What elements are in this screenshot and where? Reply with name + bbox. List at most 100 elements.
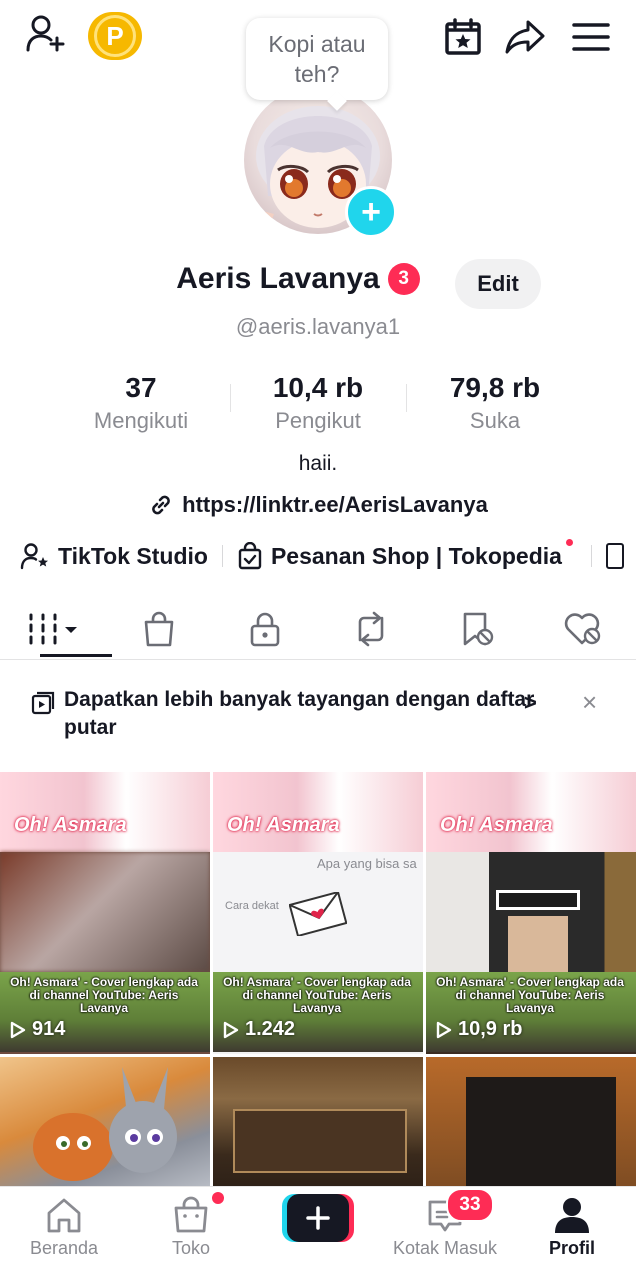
profile-tabs [0, 600, 636, 658]
video-view-count: 1.242 [245, 1018, 296, 1040]
profile-bio: haii. [298, 452, 338, 475]
repost-icon [358, 611, 384, 647]
play-icon [10, 1021, 26, 1038]
hamburger-menu-icon [572, 23, 610, 51]
profile-link[interactable]: https://linktr.ee/AerisLavanya [0, 492, 636, 518]
video-overlay-title: Oh! Asmara [440, 814, 553, 836]
nav-profile[interactable]: Profil [512, 1196, 632, 1259]
likes-count: 79,8 rb [449, 372, 541, 403]
envelope-icon [289, 892, 347, 936]
stat-likes[interactable]: 79,8 rb Suka [410, 372, 580, 434]
likes-label: Suka [469, 408, 521, 433]
video-views: 914 [10, 1018, 65, 1041]
tab-favorites[interactable] [424, 600, 530, 658]
video-views: 10,9 rb [436, 1018, 522, 1041]
play-icon [436, 1021, 452, 1038]
add-friend-button[interactable] [22, 12, 70, 56]
share-profile-button[interactable] [502, 14, 548, 60]
name-notification-badge[interactable]: 3 [387, 263, 420, 295]
nav-shop[interactable]: Toko [131, 1196, 251, 1259]
add-avatar-button[interactable]: + [345, 186, 397, 238]
calendar-button[interactable] [440, 14, 486, 60]
more-shortcut-icon[interactable] [605, 543, 624, 569]
menu-button[interactable] [568, 14, 614, 60]
stat-divider [230, 384, 231, 412]
minecraft-glasses [496, 890, 580, 910]
nav-shop-label: Toko [171, 1238, 211, 1258]
person-add-icon [26, 15, 65, 52]
video-view-count: 914 [32, 1018, 66, 1040]
points-badge-letter: P [94, 15, 136, 57]
video-overlay-title: Oh! Asmara [14, 814, 127, 836]
video-caption: Oh! Asmara' - Cover lengkap ada di chann… [10, 975, 198, 1015]
following-count: 37 [125, 372, 157, 403]
room-thumbnail [233, 1109, 407, 1173]
video-tile[interactable]: Oh! Asmara Oh! Asmara' - Cover lengkap a… [0, 772, 210, 1054]
tab-reposts[interactable] [318, 600, 424, 658]
plus-icon [306, 1206, 330, 1230]
profile-icon [555, 1198, 589, 1233]
grid-bars-icon [29, 613, 77, 645]
chevron-right-icon[interactable]: > [524, 690, 537, 716]
shortcut-divider [590, 545, 592, 567]
video-views: 1.242 [223, 1018, 295, 1041]
playlist-banner-message: Dapatkan lebih banyak tayangan dengan da… [64, 688, 535, 739]
tab-liked[interactable] [530, 600, 636, 658]
calendar-star-icon [445, 18, 481, 55]
video-tile[interactable] [426, 1057, 636, 1186]
shortcut-divider [221, 545, 223, 567]
video-tile[interactable] [213, 1057, 423, 1186]
profile-name: Aeris Lavanya [176, 262, 380, 295]
video-tile[interactable]: Oh! Asmara Oh! Asmara' - Cover lengkap a… [426, 772, 636, 1054]
video-thumbnail-header [426, 772, 636, 852]
profile-link-text: https://linktr.ee/AerisLavanya [182, 492, 488, 517]
stat-followers[interactable]: 10,4 rb Pengikut [233, 372, 403, 434]
home-icon [47, 1198, 81, 1233]
edit-profile-button[interactable]: Edit [455, 259, 541, 309]
minecraft-hair-thumbnail [466, 1077, 616, 1186]
bag-check-icon [238, 542, 262, 570]
video-scene-text: Cara dekat [225, 900, 279, 912]
create-post-button[interactable] [282, 1194, 354, 1242]
video-caption: Oh! Asmara' - Cover lengkap ada di chann… [223, 975, 411, 1015]
bookmark-hidden-icon [463, 612, 494, 646]
notification-dot [565, 538, 573, 546]
video-thumbnail-header [213, 772, 423, 852]
active-tab-indicator [40, 654, 112, 657]
nav-home-label: Beranda [29, 1238, 99, 1258]
shortcut-row: TikTok Studio Pesanan Shop | Tokopedia [0, 538, 636, 574]
profile-note-bubble[interactable]: Kopi atau teh? [246, 18, 388, 100]
nav-home[interactable]: Beranda [4, 1196, 124, 1259]
following-label: Mengikuti [93, 408, 189, 433]
tab-videos[interactable] [0, 600, 106, 658]
plus-icon: + [361, 193, 381, 231]
close-banner-button[interactable]: × [582, 689, 606, 715]
shopping-bag-icon [144, 611, 174, 647]
note-text: Kopi atau teh? [268, 31, 366, 87]
nav-inbox-label: Kotak Masuk [392, 1238, 498, 1258]
heart-hidden-icon [564, 613, 601, 645]
inbox-badge: 33 [446, 1188, 494, 1222]
video-scene-text: Apa yang bisa sa [317, 856, 417, 871]
playlist-banner-text: Dapatkan lebih banyak tayangan dengan da… [64, 686, 544, 742]
cartoon-characters-thumbnail [33, 1067, 177, 1181]
video-caption: Oh! Asmara' - Cover lengkap ada di chann… [436, 975, 624, 1015]
nav-profile-label: Profil [548, 1238, 595, 1258]
stat-divider [406, 384, 407, 412]
lock-icon [250, 612, 280, 647]
video-tile[interactable]: Apa yang bisa sa Cara dekat Oh! Asmara O… [213, 772, 423, 1054]
shop-orders-chip[interactable]: Pesanan Shop | Tokopedia [237, 538, 577, 570]
video-grid: Oh! Asmara Oh! Asmara' - Cover lengkap a… [0, 772, 636, 1186]
video-thumbnail-image [0, 852, 210, 972]
person-star-icon [20, 543, 48, 570]
tiktok-studio-chip[interactable]: TikTok Studio [20, 542, 208, 570]
video-view-count: 10,9 rb [458, 1018, 523, 1040]
video-thumbnail-header [0, 772, 210, 852]
tiktok-studio-label: TikTok Studio [58, 542, 208, 569]
tab-shop[interactable] [106, 600, 212, 658]
video-tile[interactable] [0, 1057, 210, 1186]
stat-following[interactable]: 37 Mengikuti [56, 372, 226, 434]
tab-private[interactable] [212, 600, 318, 658]
shop-notification-dot [212, 1192, 224, 1204]
points-badge[interactable]: P [88, 12, 142, 60]
